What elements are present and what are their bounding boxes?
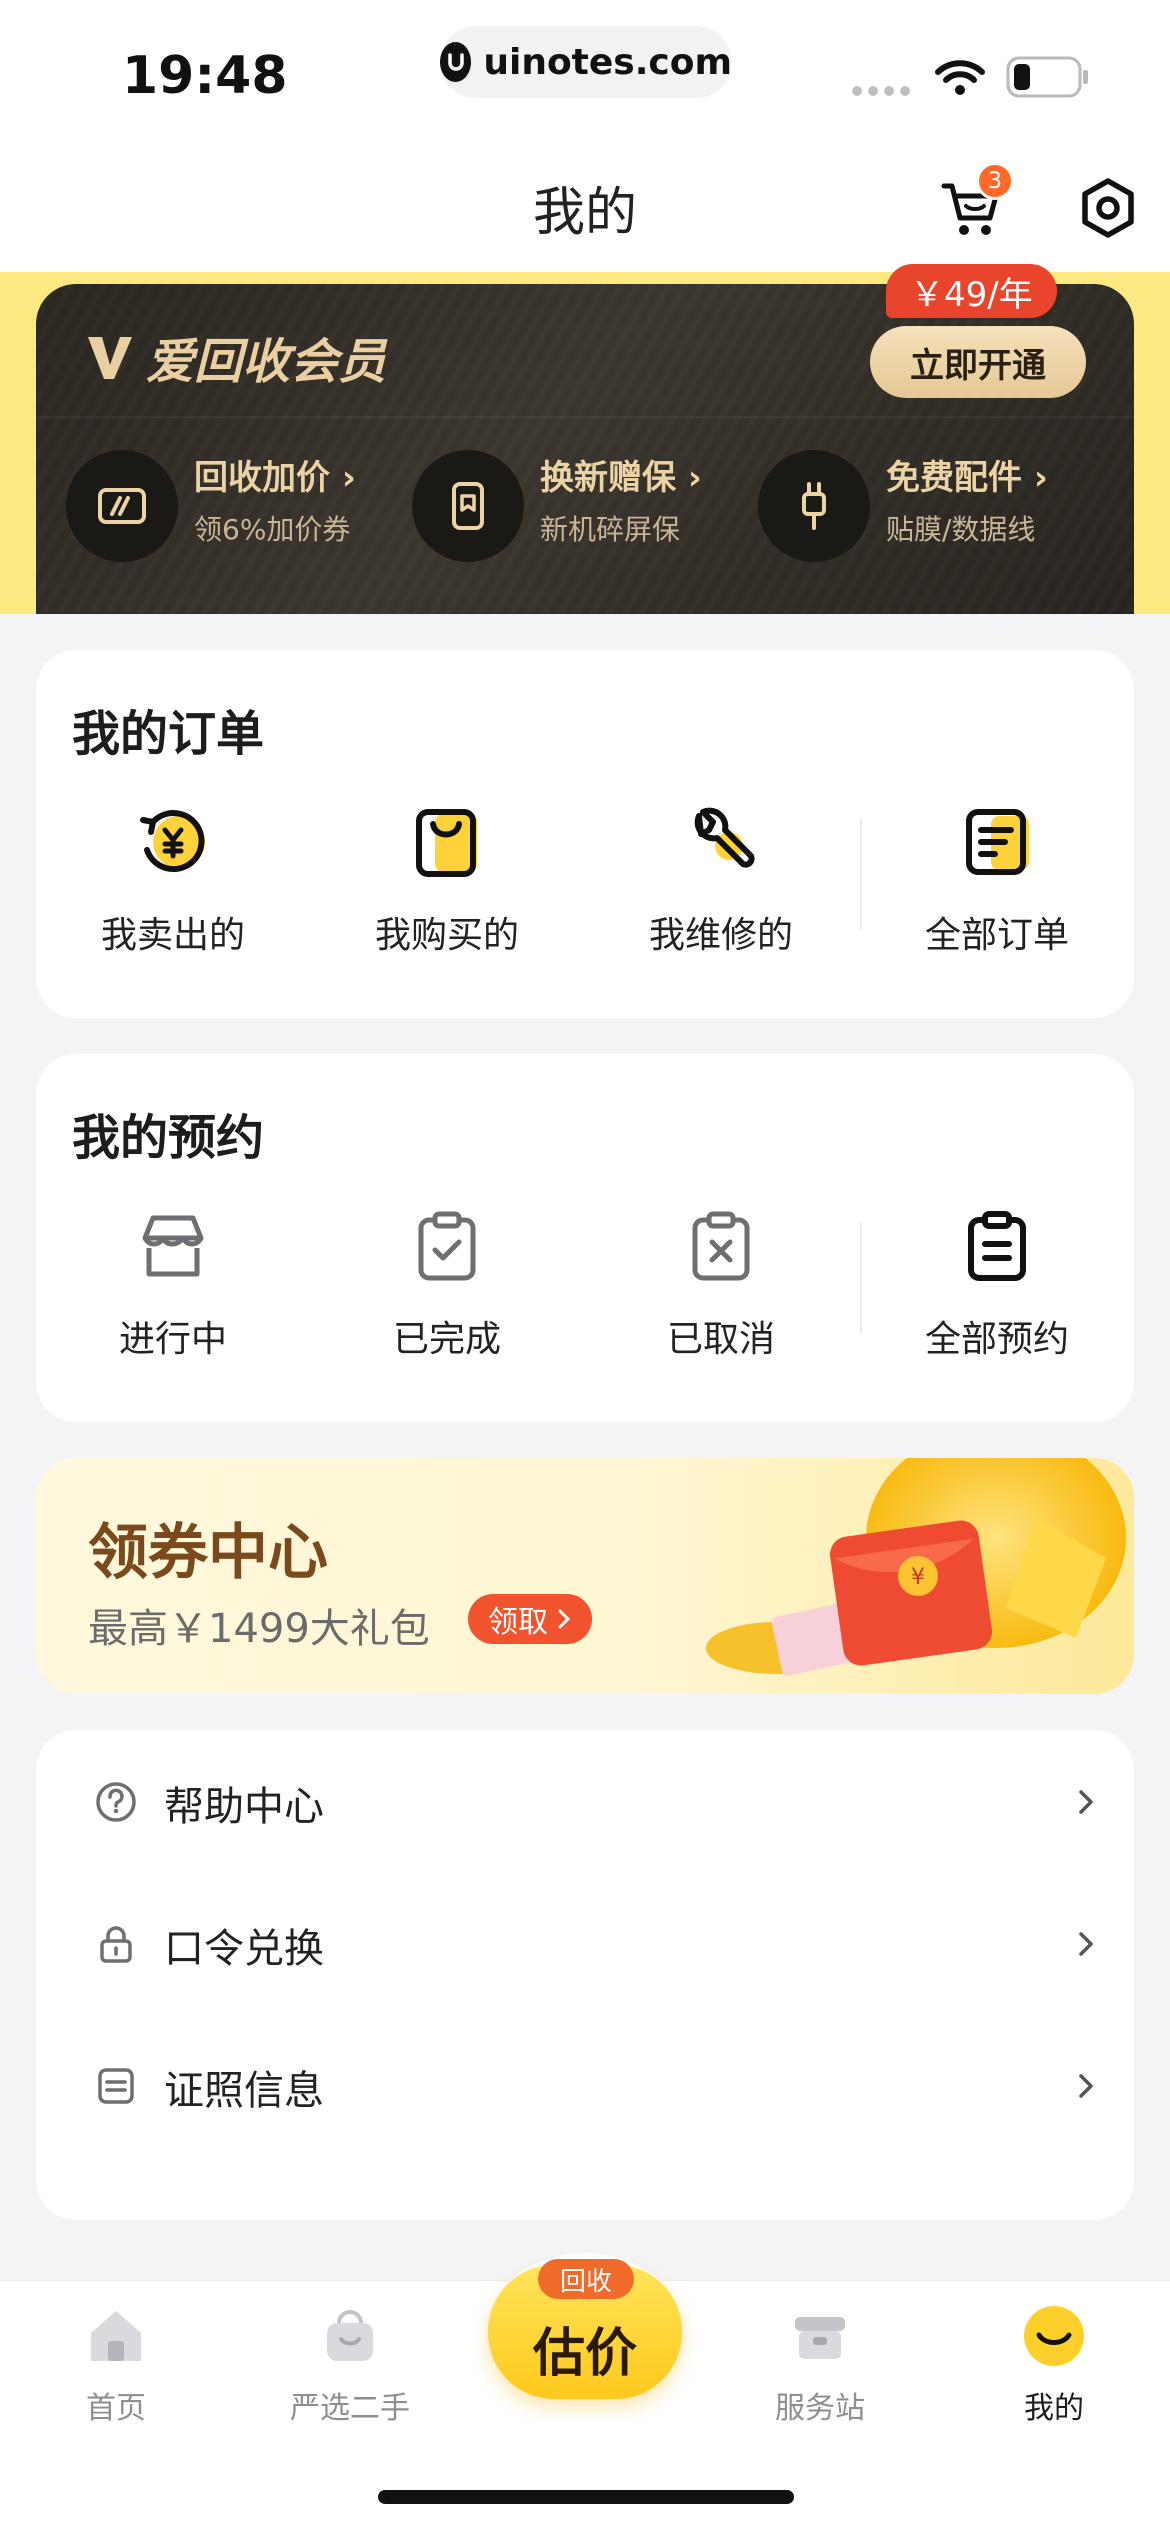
- appointment-in-progress-label: 进行中: [118, 1319, 227, 1360]
- url-pill[interactable]: uinotes.com: [440, 26, 732, 98]
- appointment-cancelled[interactable]: 已取消: [584, 1204, 858, 1364]
- chevron-right-icon: [1079, 1932, 1093, 1956]
- appointment-completed-label: 已完成: [392, 1319, 501, 1360]
- clipboard-check-icon: [418, 1211, 476, 1281]
- phone-shield-icon: [412, 450, 524, 562]
- store-icon: [142, 1215, 204, 1277]
- ticket-icon: [66, 450, 178, 562]
- tab-label: 我的: [1024, 2391, 1084, 2426]
- cellular-signal-icon: [852, 86, 910, 96]
- order-bought[interactable]: 我购买的: [310, 800, 584, 960]
- bag-icon: [327, 2310, 373, 2361]
- status-bar: 19:48 uinotes.com: [0, 0, 1170, 140]
- appointment-completed[interactable]: 已完成: [310, 1204, 584, 1364]
- appointment-cancelled-label: 已取消: [666, 1319, 775, 1360]
- status-time: 19:48: [122, 46, 288, 106]
- estimate-label: 估价: [532, 2324, 637, 2384]
- menu-item-help-center[interactable]: 帮助中心: [36, 1730, 1134, 1872]
- benefit-free-accessories[interactable]: 免费配件 › 贴膜/数据线: [758, 450, 1098, 570]
- coupon-center-banner[interactable]: 领券中心 最高￥1499大礼包 领取 ¥: [36, 1458, 1134, 1694]
- site-logo-icon: [440, 42, 472, 82]
- benefit-recycle-bonus[interactable]: 回收加价 › 领6%加价券: [66, 450, 406, 570]
- coupon-title: 领券中心: [88, 1518, 328, 1588]
- red-envelope-illustration: ¥: [706, 1458, 1126, 1676]
- menu-item-label: 证照信息: [164, 2068, 324, 2114]
- tab-selected-used[interactable]: 严选二手: [260, 2301, 440, 2441]
- menu-list-card: 帮助中心 口令兑换 证照信息: [36, 1730, 1134, 2220]
- benefit-title: 换新赠保 ›: [540, 458, 702, 498]
- order-sold-label: 我卖出的: [100, 915, 245, 956]
- url-text: uinotes.com: [483, 41, 732, 83]
- smiley-icon: [1024, 2306, 1084, 2366]
- yuan-recycle-icon: [140, 810, 205, 873]
- tab-label: 首页: [86, 2391, 146, 2426]
- chevron-right-icon: [1079, 2074, 1093, 2098]
- cart-count-badge: 3: [976, 162, 1014, 200]
- menu-item-code-redeem[interactable]: 口令兑换: [36, 1872, 1134, 2014]
- vip-card[interactable]: 爱回收会员 立即开通 回收加价 › 领6%加价券 换新赠保 › 新机碎屏保 免费…: [36, 284, 1134, 614]
- vip-title: 爱回收会员: [146, 334, 387, 390]
- benefit-title: 回收加价 ›: [194, 458, 356, 498]
- cable-icon: [758, 450, 870, 562]
- chevron-right-icon: [558, 1609, 571, 1629]
- cart-button[interactable]: 3: [940, 162, 1014, 246]
- appointment-all-label: 全部预约: [924, 1319, 1069, 1360]
- tab-recycle-estimate[interactable]: 回收 估价: [488, 2259, 682, 2399]
- menu-item-label: 帮助中心: [164, 1784, 324, 1830]
- order-bought-label: 我购买的: [374, 915, 519, 956]
- chevron-right-icon: [1079, 1790, 1093, 1814]
- vip-price-tag: ￥49/年: [886, 264, 1057, 318]
- benefit-subtitle: 新机碎屏保: [540, 513, 681, 546]
- benefit-subtitle: 领6%加价券: [194, 513, 351, 546]
- order-all[interactable]: 全部订单: [860, 800, 1134, 960]
- appointments-card: 我的预约 进行中 已完成 已取消 全部预约: [36, 1054, 1134, 1422]
- benefit-subtitle: 贴膜/数据线: [886, 513, 1036, 546]
- lock-icon: [100, 1926, 132, 1963]
- svg-text:¥: ¥: [911, 1565, 925, 1590]
- tab-mine[interactable]: 我的: [964, 2301, 1144, 2441]
- service-station-icon: [795, 2317, 845, 2359]
- coupon-claim-label: 领取: [488, 1605, 548, 1640]
- order-list-icon: [966, 809, 1029, 875]
- home-icon: [91, 2311, 141, 2361]
- clipboard-x-icon: [692, 1211, 750, 1281]
- benefit-trade-in-insurance[interactable]: 换新赠保 › 新机碎屏保: [412, 450, 752, 570]
- vip-title-row: 爱回收会员: [84, 322, 386, 392]
- orders-card: 我的订单 我卖出的 我购买的 我维修的 全部订单: [36, 650, 1134, 1018]
- order-all-label: 全部订单: [924, 915, 1069, 956]
- home-indicator: [378, 2490, 794, 2504]
- vip-open-button[interactable]: 立即开通: [870, 326, 1086, 398]
- gear-icon: [1082, 178, 1134, 238]
- tab-label: 服务站: [775, 2391, 865, 2426]
- vip-banner[interactable]: 爱回收会员 立即开通 回收加价 › 领6%加价券 换新赠保 › 新机碎屏保 免费…: [0, 264, 1170, 614]
- appointment-in-progress[interactable]: 进行中: [36, 1204, 310, 1364]
- wifi-icon: [935, 60, 985, 95]
- order-sold[interactable]: 我卖出的: [36, 800, 310, 960]
- recycle-badge: 回收: [538, 2259, 634, 2299]
- wrench-icon: [694, 807, 755, 868]
- orders-title: 我的订单: [72, 706, 265, 762]
- tab-label: 严选二手: [290, 2391, 410, 2426]
- tab-home[interactable]: 首页: [26, 2301, 206, 2441]
- coupon-claim-button[interactable]: 领取: [468, 1594, 592, 1644]
- menu-item-label: 口令兑换: [164, 1926, 324, 1972]
- appointments-title: 我的预约: [72, 1110, 265, 1166]
- order-repaired-label: 我维修的: [648, 915, 793, 956]
- menu-item-license-info[interactable]: 证照信息: [36, 2014, 1134, 2156]
- license-icon: [98, 2068, 134, 2104]
- settings-button[interactable]: [1076, 176, 1140, 240]
- divider: [36, 416, 1134, 418]
- question-circle-icon: [96, 1782, 136, 1822]
- appointment-all[interactable]: 全部预约: [860, 1204, 1134, 1364]
- coupon-subtitle: 最高￥1499大礼包: [88, 1606, 430, 1652]
- vip-v-logo-icon: [88, 337, 132, 379]
- order-repaired[interactable]: 我维修的: [584, 800, 858, 960]
- tab-service-station[interactable]: 服务站: [730, 2301, 910, 2441]
- shopping-bag-icon: [416, 809, 477, 877]
- nav-bar: 我的 3: [0, 140, 1170, 272]
- benefit-title: 免费配件 ›: [886, 458, 1048, 498]
- clipboard-list-icon: [968, 1211, 1026, 1281]
- battery-icon: [1006, 56, 1088, 98]
